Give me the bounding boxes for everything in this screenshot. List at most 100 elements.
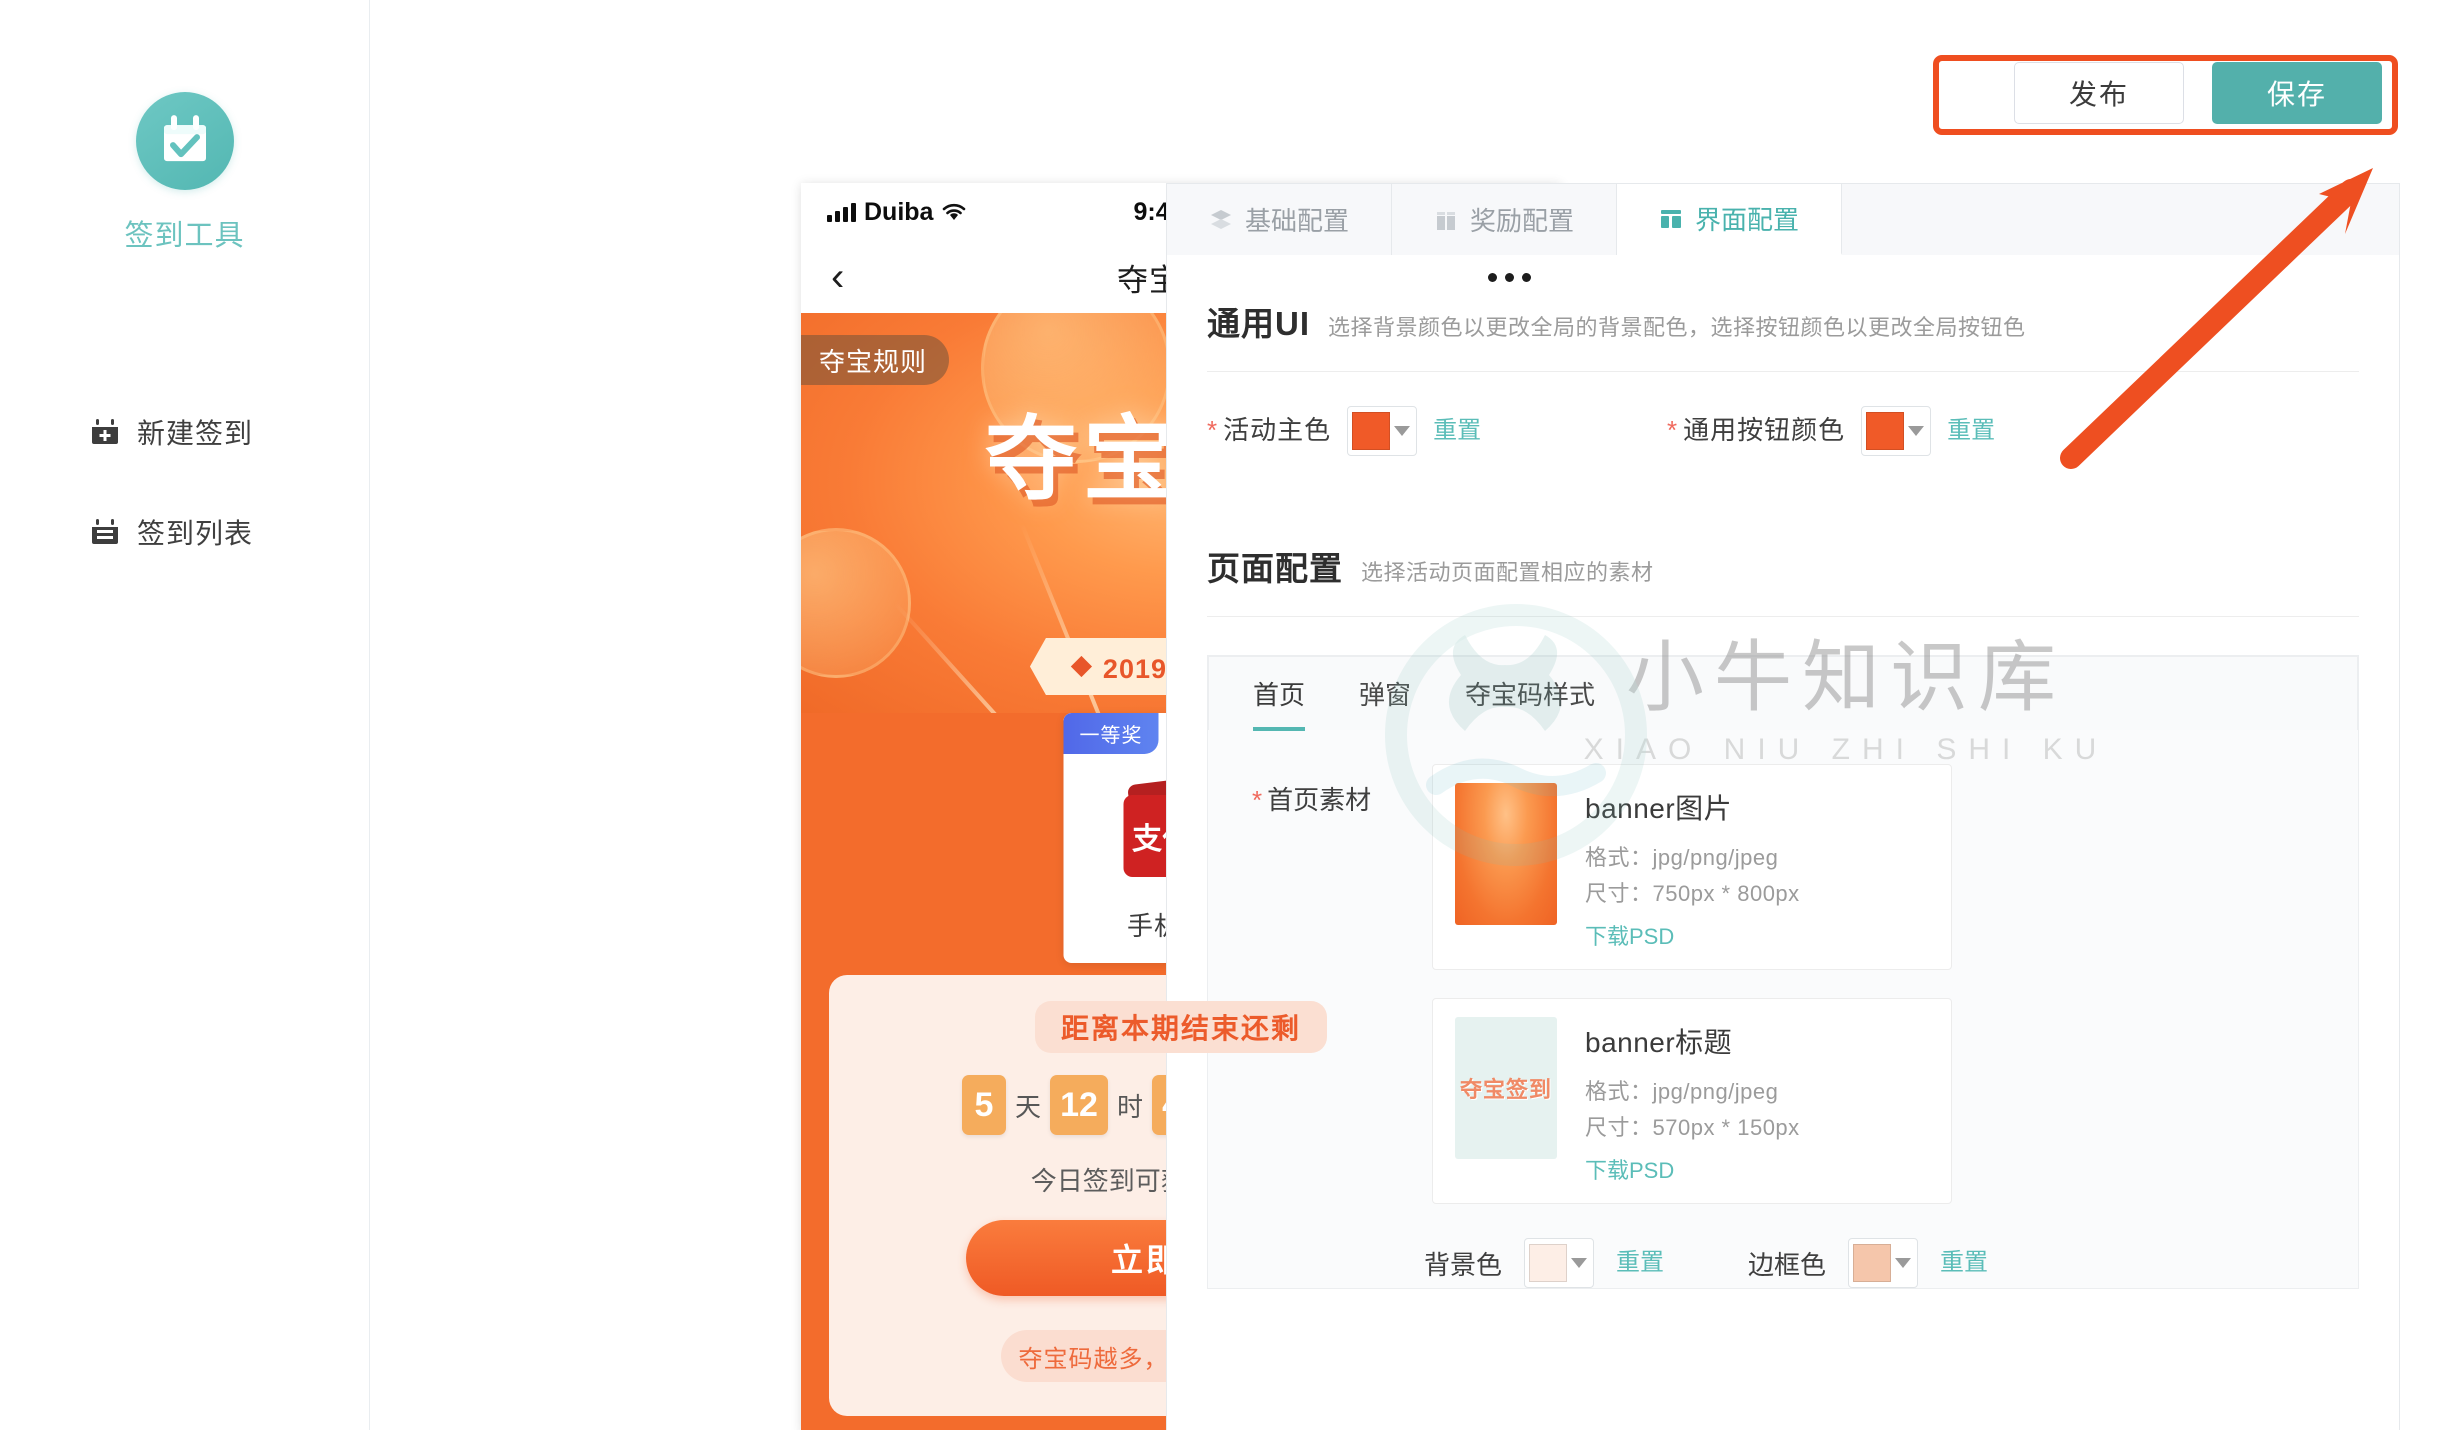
countdown-hours: 12 bbox=[1049, 1075, 1108, 1135]
color-picker-background[interactable] bbox=[1524, 1238, 1595, 1288]
sidebar-item-label: 新建签到 bbox=[137, 418, 254, 449]
page-config-subtitle: 选择活动页面配置相应的素材 bbox=[1361, 560, 1654, 585]
cut-color-row: 背景色 重置 边框色 重置 bbox=[1252, 1204, 2314, 1288]
countdown-heading: 距离本期结束还剩 bbox=[1034, 1001, 1327, 1053]
required-mark: * bbox=[1207, 415, 1219, 445]
reset-border-color-link[interactable]: 重置 bbox=[1940, 1238, 1988, 1288]
thumbnail-text: 夺宝签到 bbox=[1459, 1077, 1552, 1102]
brand-block: 签到工具 bbox=[0, 92, 369, 254]
materials-row: * 首页素材 banner图片 格式：jpg/png/jpeg 尺寸：750px … bbox=[1252, 764, 2314, 1204]
countdown-days: 5 bbox=[961, 1075, 1006, 1135]
field-general-button-color: * 通用按钮颜色 重置 bbox=[1667, 406, 2127, 456]
config-panel: 基础配置 奖励配置 界面配置 通用UI 选择背景颜色以更改全局的背景配色，选择按… bbox=[1166, 183, 2400, 1430]
config-body: 通用UI 选择背景颜色以更改全局的背景配色，选择按钮颜色以更改全局按钮色 * 活动… bbox=[1166, 255, 2400, 1430]
diamond-icon bbox=[1071, 656, 1092, 677]
publish-button[interactable]: 发布 bbox=[2014, 62, 2184, 124]
save-button[interactable]: 保存 bbox=[2212, 62, 2382, 124]
app-root: 签到工具 新建签到 签到列表 发布 保存 Duiba 9:41 ‹ 夺宝规则 一… bbox=[0, 0, 2460, 1430]
color-swatch bbox=[1352, 412, 1391, 450]
reset-background-color-link[interactable]: 重置 bbox=[1616, 1238, 1664, 1288]
color-picker-activity[interactable] bbox=[1347, 406, 1418, 456]
page-config-section: 页面配置 选择活动页面配置相应的素材 首页 弹窗 夺宝码样式 * 首页素材 ba… bbox=[1167, 500, 2399, 1289]
tab-reward-config[interactable]: 奖励配置 bbox=[1392, 184, 1618, 255]
general-ui-subtitle: 选择背景颜色以更改全局的背景配色，选择按钮颜色以更改全局按钮色 bbox=[1328, 315, 2026, 340]
background-color-label: 背景色 bbox=[1424, 1249, 1503, 1280]
required-mark: * bbox=[1252, 785, 1263, 815]
material-card-banner-image[interactable]: banner图片 格式：jpg/png/jpeg 尺寸：750px * 800p… bbox=[1432, 764, 1952, 970]
layers-icon bbox=[1209, 208, 1233, 232]
countdown-hours-unit: 时 bbox=[1116, 1091, 1143, 1122]
material-card-banner-title[interactable]: 夺宝签到 banner标题 格式：jpg/png/jpeg 尺寸：570px *… bbox=[1432, 998, 1952, 1204]
layout-icon bbox=[1659, 207, 1683, 231]
tab-interface-config[interactable]: 界面配置 bbox=[1617, 184, 1843, 255]
status-left: Duiba bbox=[827, 198, 1134, 227]
page-tab-home[interactable]: 首页 bbox=[1253, 657, 1306, 731]
chevron-down-icon bbox=[1908, 426, 1925, 436]
sidebar-item-checkin-list[interactable]: 签到列表 bbox=[90, 504, 369, 560]
material-name: banner标题 bbox=[1585, 1027, 1733, 1058]
calendar-check-glyph bbox=[163, 115, 206, 162]
countdown-days-unit: 天 bbox=[1014, 1091, 1041, 1122]
sidebar: 签到工具 新建签到 签到列表 bbox=[0, 0, 370, 1430]
brand-label: 签到工具 bbox=[124, 220, 245, 252]
field-label: * 通用按钮颜色 bbox=[1667, 415, 1846, 445]
general-ui-section: 通用UI 选择背景颜色以更改全局的背景配色，选择按钮颜色以更改全局按钮色 * 活动… bbox=[1167, 255, 2399, 456]
gift-icon bbox=[1434, 208, 1458, 232]
materials-label: * 首页素材 bbox=[1252, 785, 1372, 815]
calendar-list-icon bbox=[90, 517, 120, 547]
color-fields-row: * 活动主色 重置 * 通用按钮颜色 重置 bbox=[1207, 372, 2359, 456]
material-size: 尺寸：750px * 800px bbox=[1585, 881, 1800, 906]
calendar-plus-icon bbox=[90, 417, 120, 447]
page-tab-code-style[interactable]: 夺宝码样式 bbox=[1465, 657, 1595, 731]
color-swatch bbox=[1866, 412, 1905, 450]
divider bbox=[1207, 616, 2359, 617]
banner-title-thumbnail[interactable]: 夺宝签到 bbox=[1455, 1017, 1557, 1159]
page-config-body: * 首页素材 banner图片 格式：jpg/png/jpeg 尺寸：750px … bbox=[1208, 730, 2358, 1288]
page-sub-tabs: 首页 弹窗 夺宝码样式 bbox=[1208, 656, 2358, 731]
color-picker-button[interactable] bbox=[1861, 406, 1932, 456]
border-color-label: 边框色 bbox=[1748, 1249, 1827, 1280]
chevron-down-icon bbox=[1571, 1258, 1588, 1268]
ellipsis-icon[interactable] bbox=[1488, 272, 1531, 282]
config-tabs: 基础配置 奖励配置 界面配置 bbox=[1166, 183, 2400, 255]
material-info: banner图片 格式：jpg/png/jpeg 尺寸：750px * 800p… bbox=[1585, 783, 1800, 951]
general-ui-header: 通用UI 选择背景颜色以更改全局的背景配色，选择按钮颜色以更改全局按钮色 bbox=[1207, 255, 2359, 345]
general-ui-title: 通用UI bbox=[1207, 305, 1310, 342]
banner-image-thumbnail[interactable] bbox=[1455, 783, 1557, 925]
material-format: 格式：jpg/png/jpeg bbox=[1585, 845, 1779, 870]
chevron-down-icon bbox=[1394, 426, 1411, 436]
color-swatch bbox=[1853, 1244, 1892, 1282]
download-psd-link[interactable]: 下载PSD bbox=[1585, 1153, 1800, 1185]
color-picker-border[interactable] bbox=[1848, 1238, 1919, 1288]
materials-list: banner图片 格式：jpg/png/jpeg 尺寸：750px * 800p… bbox=[1432, 764, 1952, 1204]
carrier-label: Duiba bbox=[864, 197, 934, 226]
sidebar-item-new-checkin[interactable]: 新建签到 bbox=[90, 404, 369, 460]
required-mark: * bbox=[1667, 415, 1679, 445]
reset-activity-color-link[interactable]: 重置 bbox=[1433, 406, 1481, 456]
hero-rules-button[interactable]: 夺宝规则 bbox=[801, 335, 950, 385]
prize-rank-badge: 一等奖 bbox=[1063, 713, 1159, 754]
field-activity-main-color: * 活动主色 重置 bbox=[1207, 406, 1667, 456]
calendar-check-icon bbox=[135, 92, 234, 190]
tab-label: 基础配置 bbox=[1245, 206, 1350, 236]
page-config-title: 页面配置 bbox=[1207, 550, 1343, 587]
signal-bars-icon bbox=[827, 202, 856, 222]
material-name: banner图片 bbox=[1585, 793, 1733, 824]
page-tab-popup[interactable]: 弹窗 bbox=[1359, 657, 1411, 731]
tab-basic-config[interactable]: 基础配置 bbox=[1167, 184, 1393, 255]
material-format: 格式：jpg/png/jpeg bbox=[1585, 1079, 1779, 1104]
color-swatch bbox=[1529, 1244, 1568, 1282]
reset-button-color-link[interactable]: 重置 bbox=[1947, 406, 1995, 456]
wifi-icon bbox=[943, 203, 966, 220]
main-content: 发布 保存 Duiba 9:41 AM bbox=[371, 0, 2460, 1430]
download-psd-link[interactable]: 下载PSD bbox=[1585, 919, 1800, 951]
page-config-panel: 首页 弹窗 夺宝码样式 * 首页素材 banner图片 格式：jpg/png/j… bbox=[1207, 655, 2359, 1289]
tab-label: 界面配置 bbox=[1695, 205, 1800, 235]
sidebar-nav: 新建签到 签到列表 bbox=[0, 404, 369, 560]
material-info: banner标题 格式：jpg/png/jpeg 尺寸：570px * 150p… bbox=[1585, 1017, 1800, 1185]
chevron-down-icon bbox=[1895, 1258, 1912, 1268]
field-label: * 活动主色 bbox=[1207, 415, 1332, 445]
action-toolbar: 发布 保存 bbox=[2014, 62, 2382, 124]
material-size: 尺寸：570px * 150px bbox=[1585, 1115, 1800, 1140]
sidebar-item-label: 签到列表 bbox=[137, 518, 254, 549]
